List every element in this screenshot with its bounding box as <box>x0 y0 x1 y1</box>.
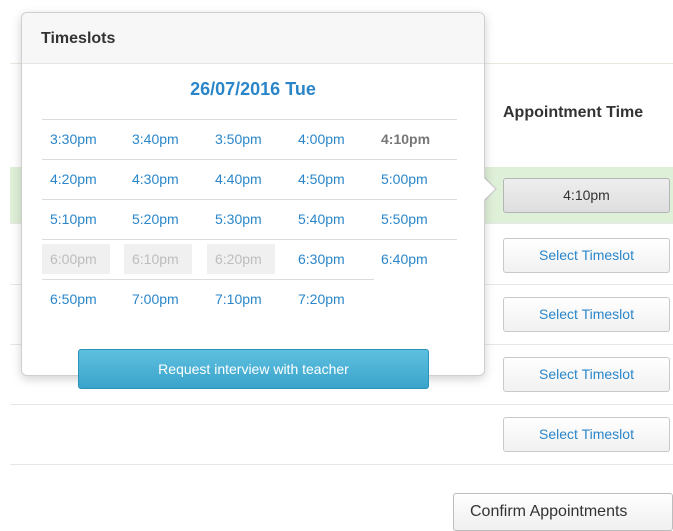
timeslot-option[interactable]: 5:00pm <box>373 164 441 194</box>
timeslot-option[interactable]: 7:00pm <box>124 284 192 314</box>
timeslot-row-divider <box>42 239 457 240</box>
timeslot-row: 4:20pm 4:30pm 4:40pm 4:50pm 5:00pm <box>42 159 462 199</box>
timeslot-row-divider <box>42 159 457 160</box>
selected-timeslot-button[interactable]: 4:10pm <box>503 178 670 213</box>
timeslot-unavailable: 6:00pm <box>42 244 110 274</box>
timeslot-option[interactable]: 4:30pm <box>124 164 192 194</box>
timeslot-option[interactable]: 5:20pm <box>124 204 192 234</box>
timeslot-option[interactable]: 3:30pm <box>42 124 110 154</box>
timeslot-option[interactable]: 6:30pm <box>290 244 358 274</box>
select-timeslot-button[interactable]: Select Timeslot <box>503 238 670 273</box>
timeslot-row-divider <box>42 279 374 280</box>
timeslot-unavailable: 6:20pm <box>207 244 275 274</box>
timeslot-option[interactable]: 4:20pm <box>42 164 110 194</box>
timeslots-popover: Timeslots 26/07/2016 Tue 3:30pm 3:40pm 3:5… <box>21 12 485 389</box>
appointment-time-header: Appointment Time <box>503 104 644 121</box>
timeslot-option[interactable]: 3:40pm <box>124 124 192 154</box>
select-timeslot-button[interactable]: Select Timeslot <box>503 297 670 332</box>
timeslot-option[interactable]: 5:10pm <box>42 204 110 234</box>
timeslot-option[interactable]: 4:40pm <box>207 164 275 194</box>
timeslot-row-divider <box>42 199 457 200</box>
confirm-appointments-button[interactable]: Confirm Appointments <box>453 493 673 531</box>
row-divider <box>10 404 673 405</box>
timeslot-row: 6:50pm 7:00pm 7:10pm 7:20pm <box>42 279 462 319</box>
timeslot-unavailable: 6:10pm <box>124 244 192 274</box>
timeslot-option[interactable]: 7:10pm <box>207 284 275 314</box>
date-heading: 26/07/2016 Tue <box>190 79 316 99</box>
popover-arrow-fill <box>483 177 495 201</box>
select-timeslot-button[interactable]: Select Timeslot <box>503 417 670 452</box>
timeslot-option[interactable]: 6:40pm <box>373 244 441 274</box>
timeslot-option[interactable]: 5:40pm <box>290 204 358 234</box>
timeslot-option[interactable]: 5:50pm <box>373 204 441 234</box>
select-timeslot-button[interactable]: Select Timeslot <box>503 357 670 392</box>
timeslot-option[interactable]: 6:50pm <box>42 284 110 314</box>
timeslot-row: 3:30pm 3:40pm 3:50pm 4:00pm 4:10pm <box>42 119 462 159</box>
timeslot-option[interactable]: 4:00pm <box>290 124 358 154</box>
timeslot-selected[interactable]: 4:10pm <box>373 124 441 154</box>
timeslot-option[interactable]: 7:20pm <box>290 284 358 314</box>
timeslot-row: 5:10pm 5:20pm 5:30pm 5:40pm 5:50pm <box>42 199 462 239</box>
timeslot-option[interactable]: 4:50pm <box>290 164 358 194</box>
row-divider <box>10 464 673 465</box>
timeslot-grid: 3:30pm 3:40pm 3:50pm 4:00pm 4:10pm 4:20pm 4:30… <box>42 119 462 319</box>
timeslot-option[interactable]: 5:30pm <box>207 204 275 234</box>
timeslot-option[interactable]: 3:50pm <box>207 124 275 154</box>
timeslot-row-divider <box>42 119 457 120</box>
popover-title: Timeslots <box>22 13 484 64</box>
request-interview-button[interactable]: Request interview with teacher <box>78 349 429 389</box>
timeslot-row: 6:00pm 6:10pm 6:20pm 6:30pm 6:40pm <box>42 239 462 279</box>
